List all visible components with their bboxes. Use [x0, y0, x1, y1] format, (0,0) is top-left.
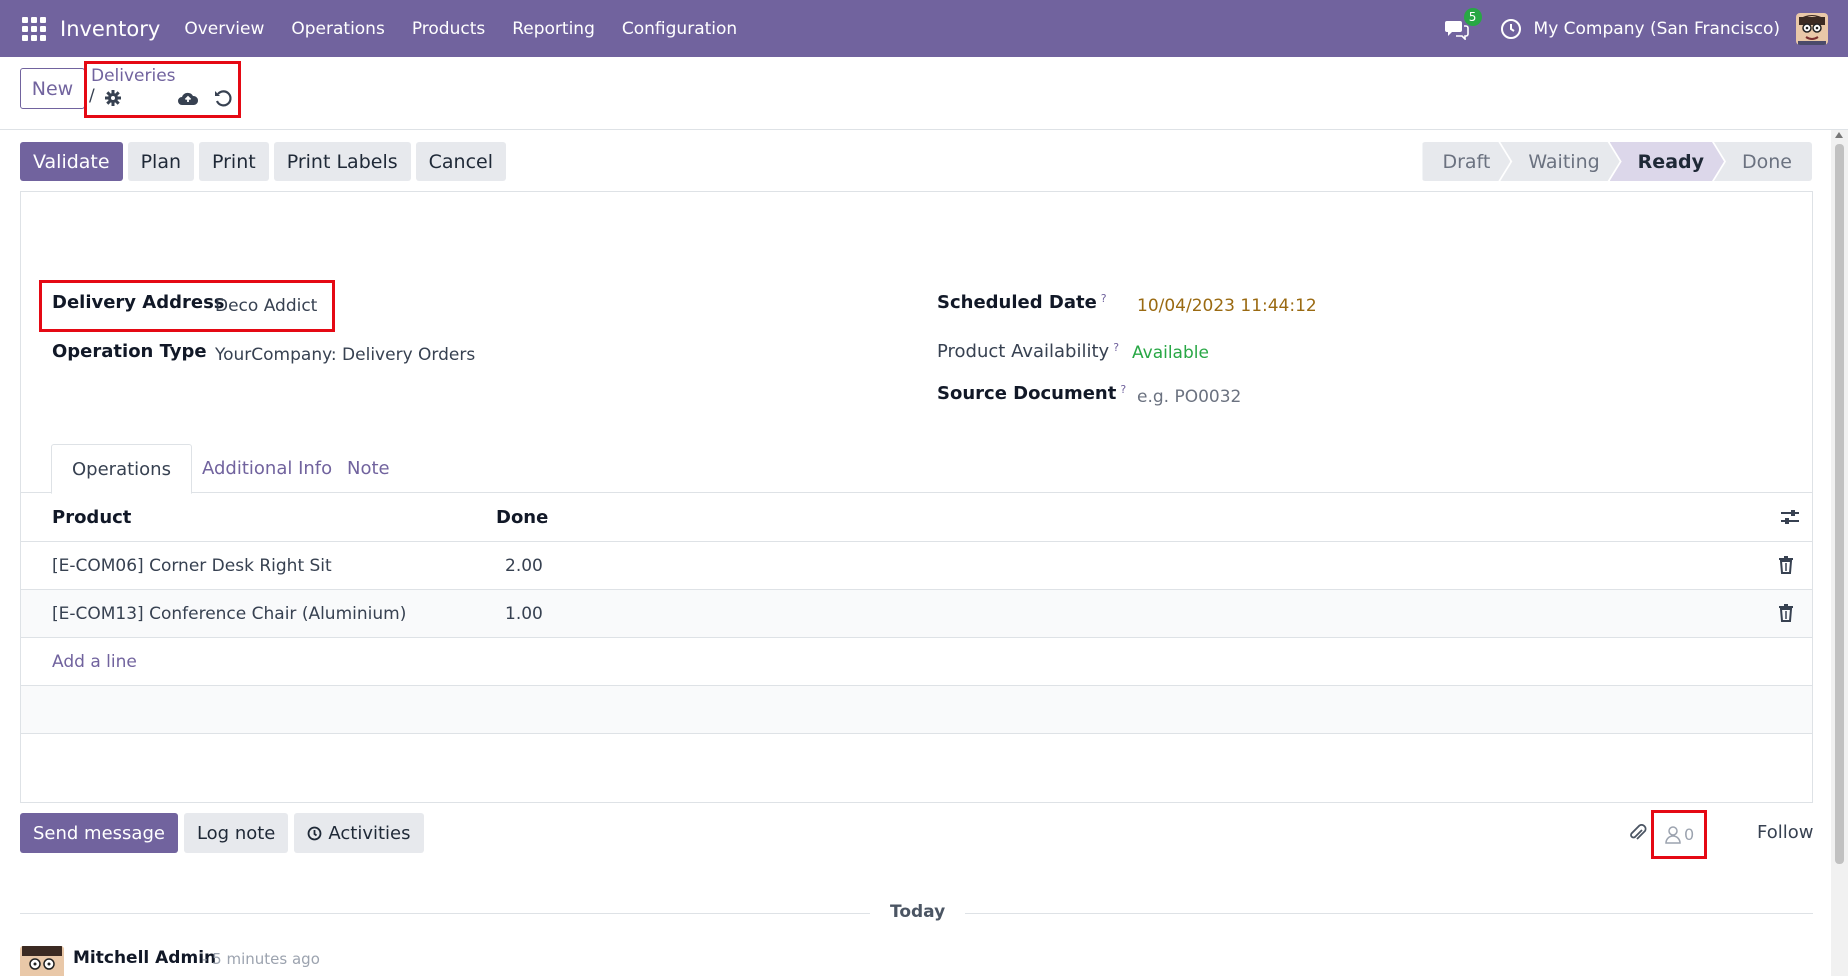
row-product[interactable]: [E-COM06] Corner Desk Right Sit	[52, 542, 332, 589]
person-icon	[1665, 826, 1681, 844]
navbar-systray: 5 My Company (San Francisco)	[1444, 0, 1828, 57]
control-panel: New Deliveries /	[0, 57, 1848, 130]
table-row[interactable]: [E-COM13] Conference Chair (Aluminium) 1…	[21, 590, 1812, 638]
app-menu-icon[interactable]	[22, 16, 46, 41]
date-separator-label: Today	[870, 902, 966, 922]
row-done[interactable]: 1.00	[505, 590, 543, 637]
scheduled-date-label: Scheduled Date?	[937, 292, 1107, 313]
user-avatar[interactable]	[1796, 12, 1828, 45]
tab-operations[interactable]: Operations	[51, 444, 192, 494]
cancel-button[interactable]: Cancel	[415, 142, 506, 181]
product-availability-label: Product Availability?	[937, 341, 1120, 362]
menu-operations[interactable]: Operations	[291, 19, 384, 39]
breadcrumb-deliveries[interactable]: Deliveries	[91, 66, 176, 86]
page-scrollbar[interactable]	[1831, 130, 1848, 976]
column-done[interactable]: Done	[496, 493, 548, 541]
gear-icon[interactable]	[104, 89, 122, 107]
source-document-field[interactable]: e.g. PO0032	[1137, 387, 1241, 407]
print-button[interactable]: Print	[199, 142, 269, 181]
messaging-icon[interactable]: 5	[1444, 7, 1482, 41]
stage-draft[interactable]: Draft	[1422, 142, 1510, 181]
followers-count: 0	[1684, 825, 1695, 844]
column-product[interactable]: Product	[52, 493, 131, 541]
source-document-help[interactable]: ?	[1120, 383, 1126, 396]
send-message-button[interactable]: Send message	[20, 813, 178, 853]
delete-row-trash-icon[interactable]	[1778, 556, 1794, 574]
log-note-button[interactable]: Log note	[183, 813, 289, 853]
delete-row-trash-icon[interactable]	[1778, 604, 1794, 622]
scheduled-date-help[interactable]: ?	[1101, 292, 1107, 305]
messaging-badge: 5	[1463, 7, 1482, 26]
operation-type-field[interactable]: YourCompany: Delivery Orders	[215, 345, 475, 365]
paperclip-icon[interactable]	[1626, 822, 1648, 844]
form-sheet: Delivery Address Deco Addict Operation T…	[20, 191, 1813, 803]
product-availability-help[interactable]: ?	[1113, 341, 1119, 354]
validate-button[interactable]: Validate	[20, 142, 123, 181]
chatter-buttons: Send message Log note Activities	[20, 813, 424, 853]
operation-type-label: Operation Type	[52, 341, 207, 362]
top-navbar: Inventory Overview Operations Products R…	[0, 0, 1848, 57]
status-bar: Draft Waiting Ready Done	[1422, 142, 1812, 181]
breadcrumb-separator: /	[89, 86, 95, 106]
row-product[interactable]: [E-COM13] Conference Chair (Aluminium)	[52, 590, 406, 637]
menu-configuration[interactable]: Configuration	[622, 19, 737, 39]
breadcrumb-highlight: Deliveries /	[84, 61, 241, 118]
product-availability-value: Available	[1132, 343, 1209, 363]
operations-table-header: Product Done	[21, 493, 1812, 542]
activity-clock-icon[interactable]	[1500, 18, 1522, 40]
notebook-tabs: Operations Additional Info Note	[21, 444, 1812, 494]
save-cloud-icon[interactable]	[177, 89, 199, 107]
message-timestamp: - 5 minutes ago	[202, 950, 320, 968]
app-name[interactable]: Inventory	[60, 17, 160, 41]
optional-columns-icon[interactable]	[1780, 508, 1800, 526]
add-line-row: Add a line	[21, 638, 1812, 686]
scrollbar-thumb[interactable]	[1835, 144, 1844, 864]
row-done[interactable]: 2.00	[505, 542, 543, 589]
add-line-link[interactable]: Add a line	[52, 638, 137, 685]
scheduled-date-field[interactable]: 10/04/2023 11:44:12	[1137, 296, 1317, 316]
plan-button[interactable]: Plan	[127, 142, 194, 181]
stage-ready[interactable]: Ready	[1610, 142, 1724, 181]
menu-overview[interactable]: Overview	[184, 19, 264, 39]
tab-note[interactable]: Note	[327, 444, 410, 493]
empty-row	[21, 686, 1812, 734]
menu-products[interactable]: Products	[412, 19, 485, 39]
menu-reporting[interactable]: Reporting	[512, 19, 595, 39]
follow-button[interactable]: Follow	[1757, 822, 1813, 843]
message-author-avatar[interactable]	[20, 946, 64, 976]
delivery-address-label: Delivery Address	[52, 292, 225, 313]
followers-button[interactable]: 0	[1651, 810, 1707, 859]
delivery-address-field[interactable]: Deco Addict	[215, 296, 317, 316]
print-labels-button[interactable]: Print Labels	[273, 142, 411, 181]
discard-undo-icon[interactable]	[213, 88, 233, 108]
activities-button[interactable]: Activities	[294, 813, 424, 853]
stage-waiting[interactable]: Waiting	[1500, 142, 1619, 181]
new-button[interactable]: New	[20, 68, 85, 109]
table-row[interactable]: [E-COM06] Corner Desk Right Sit 2.00	[21, 542, 1812, 590]
clock-icon	[307, 826, 322, 840]
message-author-name[interactable]: Mitchell Admin	[73, 948, 216, 968]
scroll-up-arrow-icon[interactable]	[1835, 132, 1843, 138]
action-buttons: Validate Plan Print Print Labels Cancel	[20, 142, 506, 181]
company-switcher[interactable]: My Company (San Francisco)	[1534, 19, 1780, 39]
stage-done[interactable]: Done	[1714, 142, 1812, 181]
source-document-label: Source Document?	[937, 383, 1127, 404]
activities-label: Activities	[328, 822, 411, 844]
